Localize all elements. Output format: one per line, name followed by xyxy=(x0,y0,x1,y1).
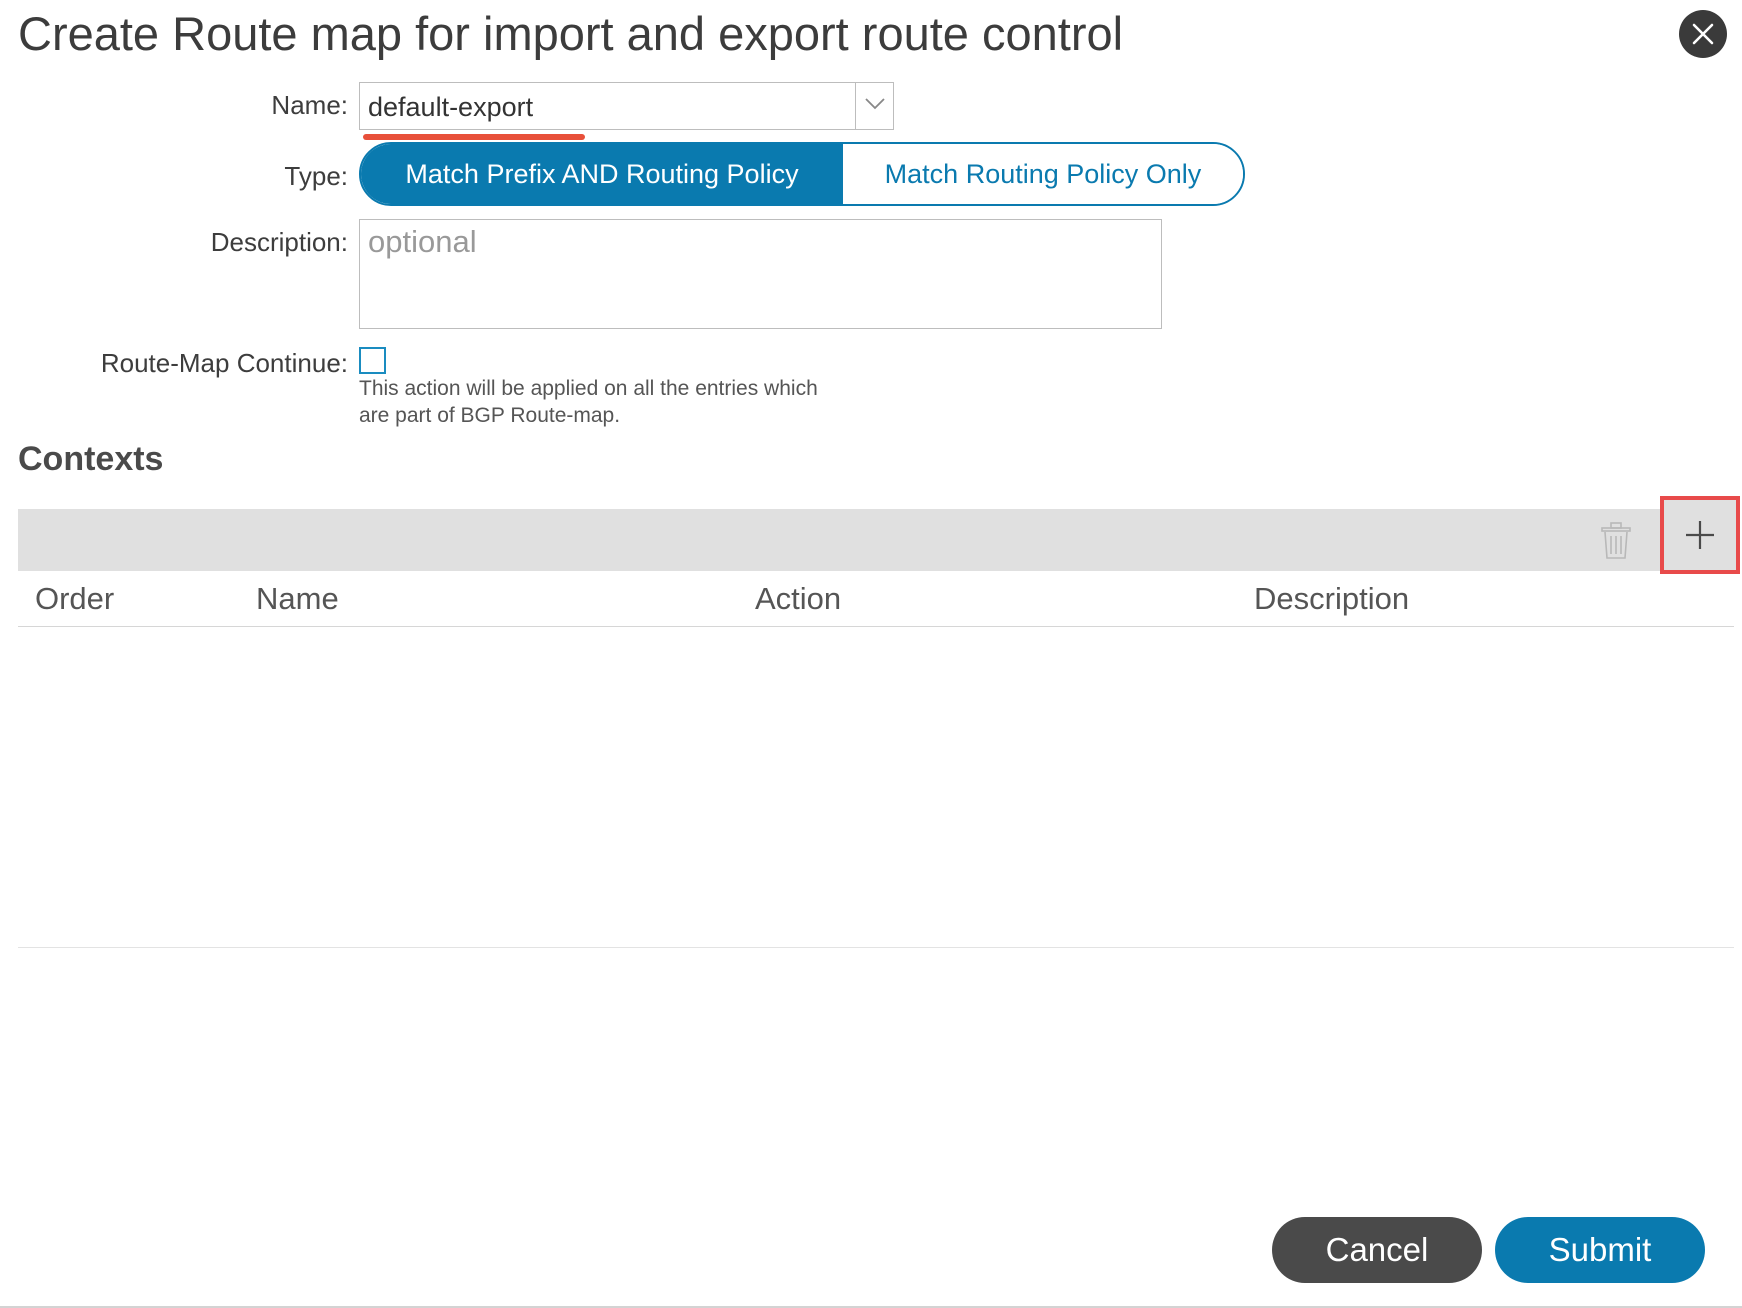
type-option-match-prefix-and-routing-policy[interactable]: Match Prefix AND Routing Policy xyxy=(361,144,843,204)
type-option-match-routing-policy-only[interactable]: Match Routing Policy Only xyxy=(843,144,1243,204)
column-header-action[interactable]: Action xyxy=(755,581,841,617)
column-header-order[interactable]: Order xyxy=(35,581,114,617)
name-dropdown-toggle[interactable] xyxy=(855,83,893,129)
column-header-description[interactable]: Description xyxy=(1254,581,1409,617)
plus-icon xyxy=(1686,521,1714,549)
name-value[interactable]: default-export xyxy=(368,92,533,123)
close-icon xyxy=(1692,23,1714,45)
close-button[interactable] xyxy=(1679,10,1727,58)
description-label: Description: xyxy=(210,227,348,257)
submit-button[interactable]: Submit xyxy=(1495,1217,1705,1283)
table-bottom-divider xyxy=(18,947,1734,948)
chevron-down-icon xyxy=(865,98,885,110)
name-combobox[interactable]: default-export xyxy=(359,82,894,130)
dialog-title: Create Route map for import and export r… xyxy=(18,7,1124,60)
add-context-button[interactable] xyxy=(1660,496,1740,574)
route-map-continue-checkbox[interactable] xyxy=(359,347,386,374)
name-field-underline xyxy=(363,134,585,140)
description-field[interactable] xyxy=(359,219,1162,329)
delete-button[interactable] xyxy=(1598,521,1634,561)
route-map-continue-label: Route-Map Continue: xyxy=(100,348,348,378)
route-map-continue-help: This action will be applied on all the e… xyxy=(359,375,919,429)
column-header-name[interactable]: Name xyxy=(256,581,339,617)
contexts-section-title: Contexts xyxy=(18,440,164,478)
type-segmented-control: Match Prefix AND Routing Policy Match Ro… xyxy=(359,142,1245,206)
help-line-1: This action will be applied on all the e… xyxy=(359,377,818,400)
cancel-button[interactable]: Cancel xyxy=(1272,1217,1482,1283)
type-label: Type: xyxy=(284,161,348,191)
contexts-toolbar xyxy=(18,509,1734,571)
table-header-divider xyxy=(18,626,1734,627)
trash-icon xyxy=(1601,522,1631,559)
name-label: Name: xyxy=(271,90,348,120)
help-line-2: are part of BGP Route-map. xyxy=(359,404,621,427)
